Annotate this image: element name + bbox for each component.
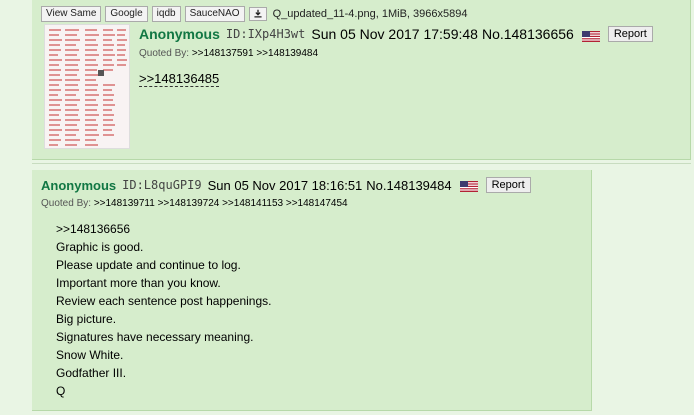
quoted-by-label: Quoted By: [139,48,190,59]
saucenao-button[interactable]: SauceNAO [184,6,245,22]
body-line: Please update and continue to log. [56,258,241,272]
post-date: Sun 05 Nov 2017 17:59:48 [311,26,478,42]
post-header: Anonymous ID:IXp4H3wt Sun 05 Nov 2017 17… [139,26,653,42]
reply-link[interactable]: >>148136485 [139,71,220,87]
poster-name: Anonymous [139,26,220,42]
us-flag-icon [459,180,478,192]
page-margin [0,0,32,415]
quoted-by-links[interactable]: >>148139711 >>148139724 >>148141153 >>14… [94,198,348,209]
poster-id[interactable]: ID:L8quGPI9 [122,178,201,192]
download-icon[interactable] [248,6,267,22]
report-button[interactable]: Report [485,177,531,193]
file-info-link[interactable]: Q_updated_11-4.png, 1MiB, 3966x5894 [273,8,468,20]
poster-id[interactable]: ID:IXp4H3wt [226,27,305,41]
report-button[interactable]: Report [607,26,653,42]
poster-name: Anonymous [41,177,117,193]
google-button[interactable]: Google [105,6,148,22]
post-number-link[interactable]: No.148136656 [482,26,574,42]
quoted-by: Quoted By: >>148139711 >>148139724 >>148… [41,198,348,209]
body-line: Big picture. [56,312,117,326]
body-line: Godfather III. [56,366,127,380]
post-148136656: View Same Google iqdb SauceNAO Q_updated… [32,0,691,160]
quoted-by-links[interactable]: >>148137591 >>148139484 [192,48,318,59]
body-line: Review each sentence post happenings. [56,294,272,308]
iqdb-button[interactable]: iqdb [151,6,181,22]
body-line: Q [56,384,66,398]
us-flag-icon [581,29,600,42]
quoted-by-label: Quoted By: [41,198,92,209]
quoted-by: Quoted By: >>148137591 >>148139484 [139,48,318,59]
body-line: Snow White. [56,348,124,362]
body-line: Graphic is good. [56,240,144,254]
post-header: Anonymous ID:L8quGPI9 Sun 05 Nov 2017 18… [41,177,531,193]
view-same-button[interactable]: View Same [41,6,102,22]
file-bar: View Same Google iqdb SauceNAO Q_updated… [41,6,467,22]
post-divider [32,163,691,164]
image-thumbnail[interactable] [44,24,130,149]
post-number-link[interactable]: No.148139484 [366,178,451,193]
post-148139484: Anonymous ID:L8quGPI9 Sun 05 Nov 2017 18… [32,170,592,411]
body-line: Signatures have necessary meaning. [56,330,254,344]
post-body: >>148136656 Graphic is good. Please upda… [56,220,271,400]
reply-link[interactable]: >>148136656 [56,220,271,238]
post-date: Sun 05 Nov 2017 18:16:51 [207,177,363,193]
body-line: Important more than you know. [56,276,221,290]
